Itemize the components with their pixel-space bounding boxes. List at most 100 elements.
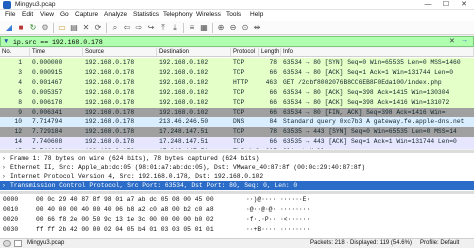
packet-cell-time: 0.005357 — [32, 88, 63, 96]
colorize-icon[interactable]: ▦ — [199, 23, 209, 33]
status-profile[interactable]: Profile: Default — [420, 239, 459, 248]
menu-view[interactable]: View — [40, 11, 54, 18]
capture-comment-icon[interactable] — [14, 240, 22, 247]
hex-dump-offset[interactable]: 0000 — [3, 195, 18, 205]
packet-row[interactable]: 14 7.740608 192.168.0.178 17.248.147.51 TCP 6… — [0, 137, 474, 148]
packet-cell-src: 192.168.0.178 — [85, 68, 135, 76]
maximize-button[interactable]: ☐ — [438, 0, 454, 10]
packet-cell-proto: TCP — [233, 128, 245, 136]
start-capture-icon[interactable]: ◢ — [4, 23, 14, 33]
detail-frame[interactable]: › Frame 1: 78 bytes on wire (624 bits), 7… — [0, 154, 474, 163]
packet-cell-len: 84 — [269, 118, 277, 126]
column-header-no[interactable]: No. — [0, 48, 30, 57]
hex-dump-row: 0030 ff ff 2b 42 00 00 02 04 05 b4 01 03 … — [0, 225, 474, 235]
save-file-icon[interactable]: ▤ — [69, 23, 79, 33]
expand-arrow-icon[interactable]: › — [2, 172, 10, 181]
menu-edit[interactable]: Edit — [22, 11, 33, 18]
hex-dump-offset[interactable]: 0030 — [3, 225, 18, 235]
packet-row[interactable]: 4 0.001467 192.168.0.178 192.168.0.102 HTTP 4… — [0, 77, 474, 88]
expand-arrow-icon[interactable]: › — [2, 154, 10, 163]
packet-cell-proto: TCP — [233, 68, 245, 76]
hex-dump-hex[interactable]: ff ff 2b 42 00 00 02 04 05 b4 01 03 03 0… — [36, 225, 214, 235]
menu-go[interactable]: Go — [60, 11, 69, 18]
packet-cell-time: 7.714794 — [32, 118, 63, 126]
expand-arrow-icon[interactable]: › — [2, 163, 10, 172]
menu-telephony[interactable]: Telephony — [163, 11, 193, 18]
hex-dump-ascii[interactable]: ··+B···· ········ — [246, 225, 310, 235]
go-first-icon[interactable]: ⤒ — [158, 23, 168, 33]
stop-capture-icon[interactable]: ■ — [16, 23, 26, 33]
packet-row[interactable]: 1 0.000000 192.168.0.178 192.168.0.102 TCP 78… — [0, 58, 474, 68]
menu-capture[interactable]: Capture — [75, 11, 98, 18]
packet-row[interactable]: 6 0.005357 192.168.0.178 192.168.0.102 TCP 66… — [0, 87, 474, 98]
restart-capture-icon[interactable]: ↻ — [28, 23, 38, 33]
packet-row[interactable]: 9 0.006341 192.168.0.178 192.168.0.102 TCP 66… — [0, 107, 474, 118]
find-packet-icon[interactable]: ⌕ — [110, 23, 120, 33]
go-to-packet-icon[interactable]: ↪ — [146, 23, 156, 33]
column-header-source[interactable]: Source — [83, 48, 157, 57]
packet-cell-info: 63534 → 80 [ACK] Seq=1 Ack=1 Win=131744 … — [283, 68, 454, 76]
packet-row[interactable]: 8 0.006178 192.168.0.178 192.168.0.102 TCP 66… — [0, 97, 474, 108]
packet-row[interactable]: 10 7.714794 192.168.0.178 213.46.246.50 DNS 8… — [0, 117, 474, 128]
packet-cell-time: 0.000000 — [32, 59, 63, 66]
hex-dump-hex[interactable]: 00 40 00 00 40 00 40 06 b8 a2 c0 a8 00 b… — [36, 205, 214, 215]
column-header-time[interactable]: Time — [30, 48, 83, 57]
packet-row[interactable]: 157.741025192.168.0.17817.248.147.51TLSv… — [0, 147, 474, 149]
hex-dump-hex[interactable]: 00 66 f8 2e 00 50 9c 13 1e 3c 00 00 00 0… — [36, 215, 214, 225]
detail-tcp-selected[interactable]: › Transmission Control Protocol, Src Port… — [0, 181, 474, 190]
open-file-icon[interactable]: ▭ — [57, 23, 67, 33]
packet-cell-len: 78 — [269, 128, 277, 136]
go-last-icon[interactable]: ⤓ — [170, 23, 180, 33]
go-forward-icon[interactable]: ⇨ — [134, 23, 144, 33]
zoom-out-icon[interactable]: ⊖ — [228, 23, 238, 33]
detail-ethernet[interactable]: › Ethernet II, Src: Apple_ab:dc:05 (98:01… — [0, 163, 474, 172]
detail-ipv4[interactable]: › Internet Protocol Version 4, Src: 192.1… — [0, 172, 474, 181]
expand-arrow-icon[interactable]: › — [2, 181, 10, 190]
packet-cell-dst: 213.46.246.50 — [159, 118, 209, 126]
hex-dump-ascii[interactable]: ·f·.·P·· ·<······ — [246, 215, 310, 225]
bookmark-filter-icon[interactable]: ▼ — [3, 38, 9, 45]
hex-dump-offset[interactable]: 0020 — [3, 215, 18, 225]
hex-dump-ascii[interactable]: ·@··@·@· ········ — [246, 205, 310, 215]
minimize-button[interactable]: — — [420, 0, 436, 10]
display-filter-input[interactable] — [13, 38, 393, 46]
menu-tools[interactable]: Tools — [226, 11, 241, 18]
column-header-protocol[interactable]: Protocol — [231, 48, 259, 57]
packet-cell-dst: 17.248.147.51 — [159, 128, 209, 136]
menu-wireless[interactable]: Wireless — [196, 11, 221, 18]
packet-row[interactable]: 12 7.729184 192.168.0.178 17.248.147.51 TCP 7… — [0, 127, 474, 138]
hex-dump-ascii[interactable]: ··)@···· ······E· — [246, 195, 310, 205]
resize-columns-icon[interactable]: ⇹ — [252, 23, 262, 33]
menu-statistics[interactable]: Statistics — [133, 11, 159, 18]
zoom-in-icon[interactable]: ⊕ — [216, 23, 226, 33]
close-button[interactable]: ✕ — [456, 0, 472, 10]
column-header-info[interactable]: Info — [281, 48, 474, 57]
hex-dump-offset[interactable]: 0010 — [3, 205, 18, 215]
packet-cell-info: 63535 → 443 [SYN] Seq=0 Win=65535 Len=0 … — [283, 128, 457, 136]
close-file-icon[interactable]: ✕ — [81, 23, 91, 33]
packet-list-pane: No. Time Source Destination Protocol Len… — [0, 48, 474, 149]
packet-cell-no: 12 — [14, 128, 22, 136]
zoom-reset-icon[interactable]: ⊙ — [240, 23, 250, 33]
go-back-icon[interactable]: ⇦ — [122, 23, 132, 33]
packet-cell-src: 192.168.0.178 — [85, 118, 135, 126]
column-header-destination[interactable]: Destination — [157, 48, 231, 57]
packet-cell-info: 63534 → 80 [SYN] Seq=0 Win=65535 Len=0 M… — [283, 59, 461, 66]
main-toolbar: ◢ ■ ↻ ⚙ ▭ ▤ ✕ ⟳ ⌕ ⇦ ⇨ ↪ ⤒ ⤓ ≡ ▦ ⊕ ⊖ ⊙ ⇹ — [0, 21, 474, 35]
menu-help[interactable]: Help — [250, 11, 263, 18]
hex-dump-row: 0000 00 0c 29 40 87 8f 98 01 a7 ab dc 05 … — [0, 195, 474, 205]
packet-cell-proto: DNS — [233, 118, 245, 126]
capture-options-icon[interactable]: ⚙ — [40, 23, 50, 33]
hex-dump-row: 0010 00 40 00 00 40 00 40 06 b8 a2 c0 a8 … — [0, 205, 474, 215]
packet-row[interactable]: 3 0.000915 192.168.0.178 192.168.0.102 TCP 66… — [0, 67, 474, 78]
menu-analyze[interactable]: Analyze — [104, 11, 127, 18]
column-header-length[interactable]: Length — [259, 48, 281, 57]
reload-file-icon[interactable]: ⟳ — [93, 23, 103, 33]
hex-dump-hex[interactable]: 00 0c 29 40 87 8f 98 01 a7 ab dc 05 08 0… — [36, 195, 214, 205]
apply-filter-icon[interactable]: → — [461, 37, 468, 44]
menu-file[interactable]: File — [5, 11, 15, 18]
packet-cell-no: 8 — [18, 98, 22, 106]
clear-filter-icon[interactable]: ✕ — [449, 37, 455, 45]
expert-info-icon[interactable] — [3, 240, 11, 247]
autoscroll-icon[interactable]: ≡ — [187, 23, 197, 33]
